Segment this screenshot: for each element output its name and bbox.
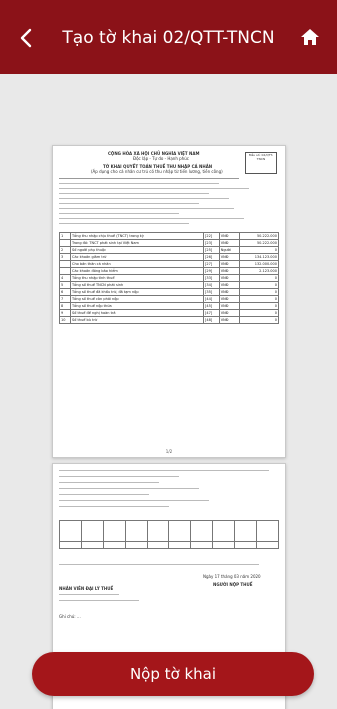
table-cell: 0 xyxy=(239,281,279,289)
table-row: Các khoản đóng bảo hiểm [29] VNĐ 2.123.000 xyxy=(59,267,279,275)
table-cell: VNĐ xyxy=(218,302,241,310)
table-cell: 134.123.000 xyxy=(239,253,279,261)
table-cell: [22] xyxy=(203,232,220,240)
table-cell: Tổng số thuế còn phải nộp xyxy=(70,295,204,303)
document-page-1: CỘNG HÒA XÃ HỘI CHỦ NGHĨA VIỆT NAM Độc l… xyxy=(52,145,286,458)
table-cell: 0 xyxy=(239,288,279,296)
table-row: 5 Tổng số thuế TNCN phát sinh [34] VNĐ 0 xyxy=(59,281,279,289)
submit-button[interactable]: Nộp tờ khai xyxy=(32,652,314,696)
table-cell: Tổng số thuế TNCN phát sinh xyxy=(70,281,204,289)
table-row: 4 Tổng thu nhập tính thuế [33] VNĐ 0 xyxy=(59,274,279,282)
table-cell: 132.000.000 xyxy=(239,260,279,268)
form-code-box: Mẫu số: 02/QTT-TNCN xyxy=(245,152,277,174)
signer-label: NGƯỜI NỘP THUẾ xyxy=(213,582,253,587)
table-cell: Cho bản thân cá nhân xyxy=(70,260,204,268)
table-row: Cho bản thân cá nhân [27] VNĐ 132.000.000 xyxy=(59,260,279,268)
table-cell: 0 xyxy=(239,302,279,310)
table-cell: [26] xyxy=(203,253,220,261)
home-button[interactable] xyxy=(299,26,321,48)
table-cell: VNĐ xyxy=(218,316,241,324)
table-cell: [27] xyxy=(203,260,220,268)
table-cell: Trong đó: TNCT phát sinh tại Việt Nam xyxy=(70,239,204,247)
tax-table: 1 Tổng thu nhập chịu thuế (TNCT) trong kỳ… xyxy=(59,232,279,324)
table-cell: VNĐ xyxy=(218,309,241,317)
table-cell: Các khoản giảm trừ xyxy=(70,253,204,261)
table-cell: 0 xyxy=(239,309,279,317)
table-cell: VNĐ xyxy=(218,274,241,282)
table-cell: 9 xyxy=(59,309,71,317)
app-header: Tạo tờ khai 02/QTT-TNCN xyxy=(0,0,337,74)
table-row: 7 Tổng số thuế còn phải nộp [44] VNĐ 0 xyxy=(59,295,279,303)
document-viewer[interactable]: CỘNG HÒA XÃ HỘI CHỦ NGHĨA VIỆT NAM Độc l… xyxy=(0,74,337,709)
table-cell: 6 xyxy=(59,288,71,296)
page-number: 1/2 xyxy=(165,449,173,454)
table-cell: 8 xyxy=(59,302,71,310)
table-cell: 50.222.000 xyxy=(239,232,279,240)
table-cell: Các khoản đóng bảo hiểm xyxy=(70,267,204,275)
table-cell: 3 xyxy=(59,253,71,261)
table-cell: [23] xyxy=(203,239,220,247)
table-cell: [33] xyxy=(203,274,220,282)
table-cell: [25] xyxy=(203,246,220,254)
table-cell: 50.222.000 xyxy=(239,239,279,247)
sign-date: Ngày 17 tháng 03 năm 2020 xyxy=(203,574,261,579)
table-cell: [44] xyxy=(203,295,220,303)
table-cell: 5 xyxy=(59,281,71,289)
table-cell: [45] xyxy=(203,302,220,310)
table-cell: Tổng số thuế đã khấu trừ, đã tạm nộp xyxy=(70,288,204,296)
table-row: 3 Các khoản giảm trừ [26] VNĐ 134.123.000 xyxy=(59,253,279,261)
table-cell: 4 xyxy=(59,274,71,282)
table-cell xyxy=(59,260,71,268)
table-cell: Người xyxy=(218,246,241,254)
table-cell xyxy=(59,239,71,247)
table-cell: VNĐ xyxy=(218,253,241,261)
table-cell: VNĐ xyxy=(218,295,241,303)
back-chevron-icon xyxy=(20,28,32,48)
table-cell: Số thuế bù trừ xyxy=(70,316,204,324)
table-cell: 0 xyxy=(239,295,279,303)
table-row: 1 Tổng thu nhập chịu thuế (TNCT) trong kỳ… xyxy=(59,232,279,240)
table-cell: [29] xyxy=(203,267,220,275)
table-cell: Tổng số thuế nộp thừa xyxy=(70,302,204,310)
table-cell: [34] xyxy=(203,281,220,289)
table-row: 10 Số thuế bù trừ [48] VNĐ 0 xyxy=(59,316,279,324)
table-cell: Tổng thu nhập chịu thuế (TNCT) trong kỳ xyxy=(70,232,204,240)
table-cell: 10 xyxy=(59,316,71,324)
table-cell: 0 xyxy=(239,246,279,254)
table-cell: [48] xyxy=(203,316,220,324)
table-cell: Tổng thu nhập tính thuế xyxy=(70,274,204,282)
table-cell: VNĐ xyxy=(218,232,241,240)
table-cell: 7 xyxy=(59,295,71,303)
table-cell: [35] xyxy=(203,288,220,296)
table-cell: VNĐ xyxy=(218,281,241,289)
table-cell: 1 xyxy=(59,232,71,240)
table-row: 6 Tổng số thuế đã khấu trừ, đã tạm nộp [35… xyxy=(59,288,279,296)
table-cell: Số thuế đề nghị hoàn trả xyxy=(70,309,204,317)
back-button[interactable] xyxy=(14,24,38,52)
table-cell: [47] xyxy=(203,309,220,317)
agent-label: NHÂN VIÊN ĐẠI LÝ THUẾ xyxy=(59,586,114,591)
table-cell: 0 xyxy=(239,274,279,282)
form-subtitle: (Áp dụng cho cá nhân cư trú có thu nhập … xyxy=(91,169,223,174)
table-cell: VNĐ xyxy=(218,260,241,268)
table-cell: VNĐ xyxy=(218,239,241,247)
submit-label: Nộp tờ khai xyxy=(129,665,217,683)
table-cell: Số người phụ thuộc xyxy=(70,246,204,254)
table-row: Trong đó: TNCT phát sinh tại Việt Nam [23… xyxy=(59,239,279,247)
table-cell: 2.123.000 xyxy=(239,267,279,275)
table-cell: 2 xyxy=(59,246,71,254)
table-cell: 0 xyxy=(239,316,279,324)
table-row: 2 Số người phụ thuộc [25] Người 0 xyxy=(59,246,279,254)
table-cell: VNĐ xyxy=(218,288,241,296)
home-icon xyxy=(301,29,319,45)
table-cell xyxy=(59,267,71,275)
page-title: Tạo tờ khai 02/QTT-TNCN xyxy=(62,28,275,48)
table-row: 8 Tổng số thuế nộp thừa [45] VNĐ 0 xyxy=(59,302,279,310)
note-text: Ghi chú: ... xyxy=(59,614,81,619)
detail-table xyxy=(59,520,279,549)
table-row: 9 Số thuế đề nghị hoàn trả [47] VNĐ 0 xyxy=(59,309,279,317)
motto-text: Độc lập - Tự do - Hạnh phúc xyxy=(133,156,189,161)
table-cell: VNĐ xyxy=(218,267,241,275)
